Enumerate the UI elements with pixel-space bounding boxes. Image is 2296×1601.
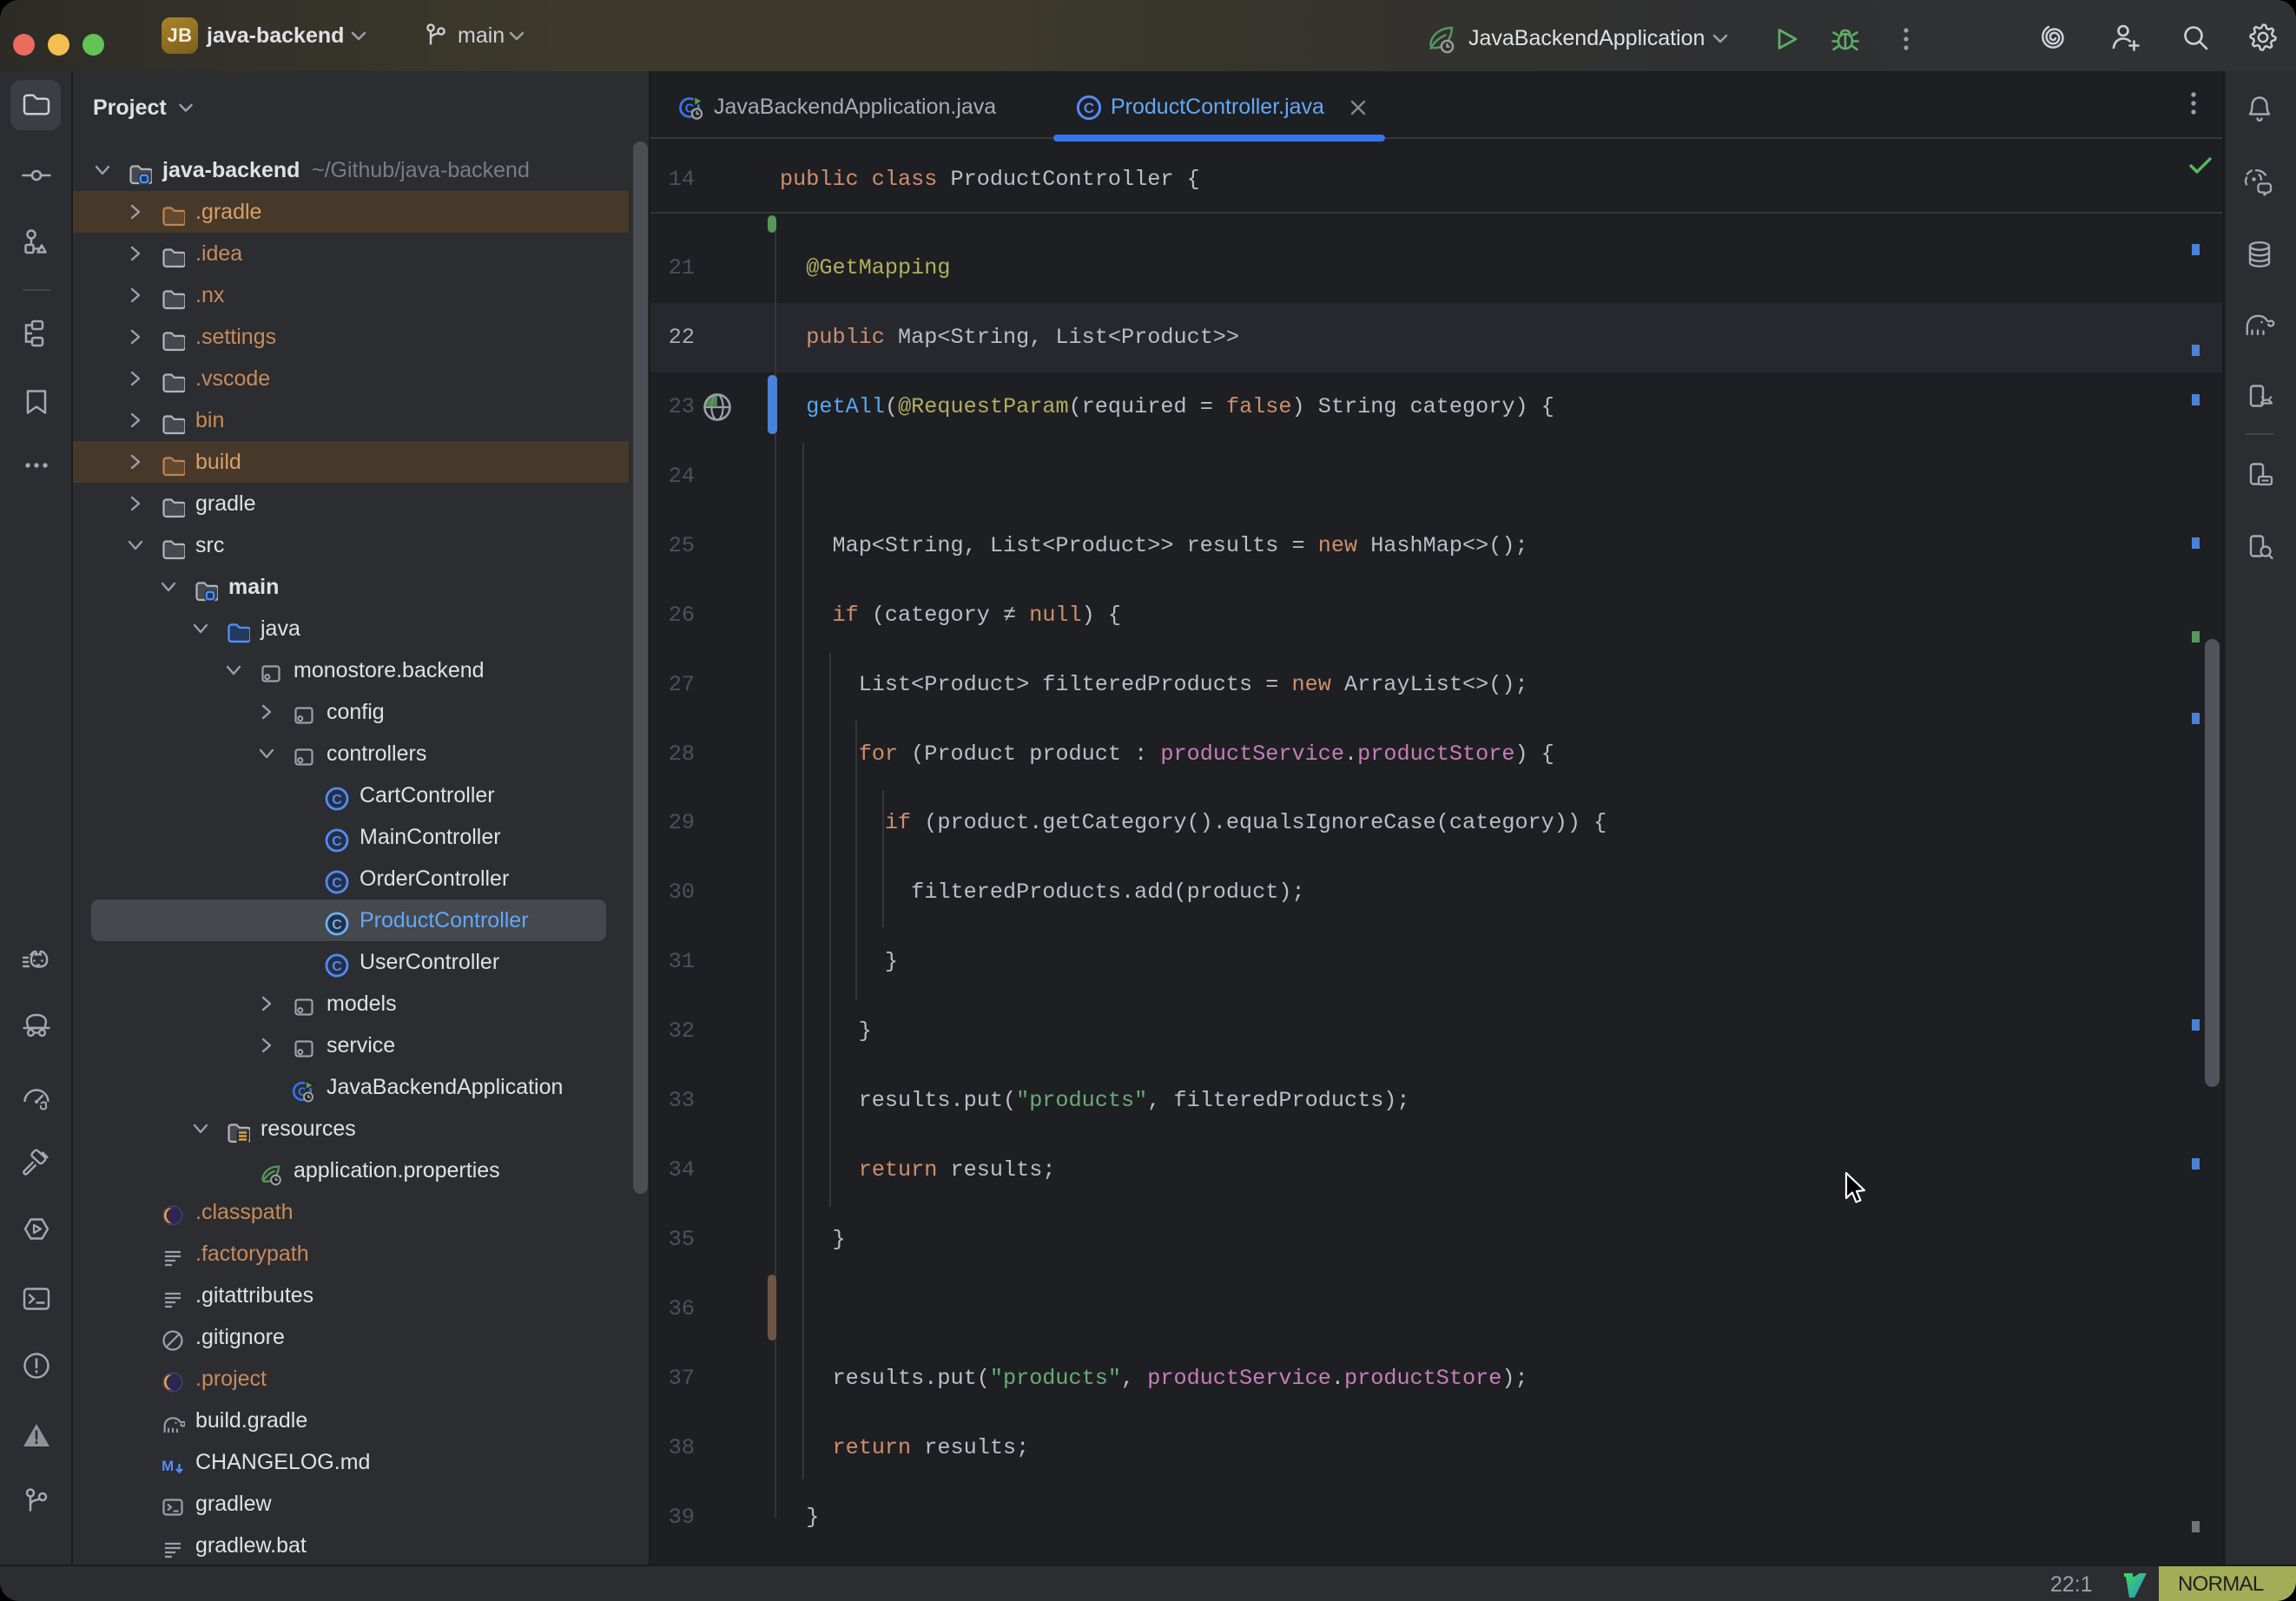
svg-text:M: M	[162, 1458, 174, 1474]
svg-text:C: C	[1084, 100, 1094, 116]
svg-text:C: C	[332, 834, 342, 849]
svg-text:C: C	[332, 959, 342, 974]
svg-text:C: C	[332, 876, 342, 891]
svg-text:C: C	[332, 918, 342, 932]
svg-text:C: C	[332, 793, 342, 807]
